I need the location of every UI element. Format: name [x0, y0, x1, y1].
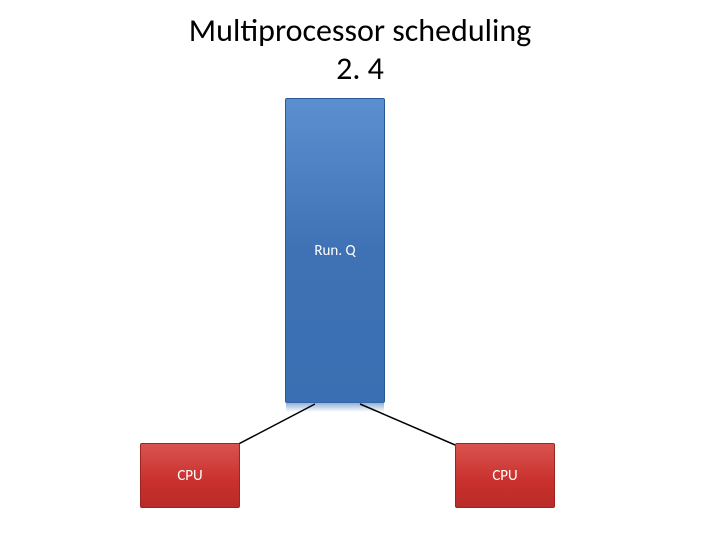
- cpu-right-label: CPU: [492, 467, 517, 485]
- slide-title: Multiprocessor scheduling 2. 4: [0, 12, 720, 89]
- cpu-box-left: CPU: [140, 443, 240, 508]
- run-queue-box: Run. Q: [285, 98, 385, 403]
- title-line-2: 2. 4: [0, 50, 720, 88]
- cpu-left-label: CPU: [177, 467, 202, 485]
- title-line-1: Multiprocessor scheduling: [0, 12, 720, 50]
- cpu-box-right: CPU: [455, 443, 555, 508]
- run-queue-label: Run. Q: [314, 242, 355, 260]
